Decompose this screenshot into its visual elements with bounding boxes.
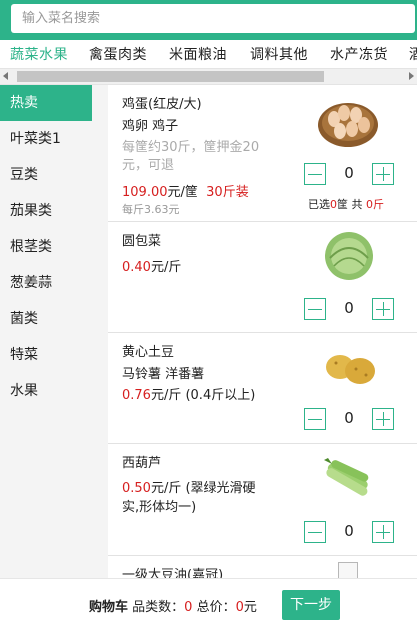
search-input[interactable]: 输入菜名搜索	[11, 4, 415, 33]
plus-button[interactable]	[372, 163, 394, 185]
sidebar-item-onion-ginger-garlic[interactable]: 葱姜蒜	[0, 265, 92, 301]
product-name: 圆包菜	[122, 234, 162, 249]
price-value: 0.50	[122, 481, 151, 496]
quantity-stepper: 0	[304, 298, 394, 320]
price-unit: 元/筐	[167, 185, 198, 200]
tab-seasoning-other[interactable]: 调料其他	[250, 44, 308, 64]
product-card[interactable]: 一级大豆油(嘉冠)	[108, 556, 417, 578]
minus-icon	[308, 532, 322, 533]
broken-image-icon	[338, 562, 358, 578]
quantity-value: 0	[344, 409, 354, 427]
plus-button[interactable]	[372, 521, 394, 543]
cart-bar: 购物车 品类数：0 总价：0元 下一步	[0, 578, 417, 622]
price-value: 109.00	[122, 185, 168, 200]
sidebar-item-solanaceous[interactable]: 茄果类	[0, 193, 92, 229]
price-unit: 元/斤	[150, 260, 182, 275]
product-price: 0.40元/斤	[122, 256, 181, 275]
tab-rice-flour-oil[interactable]: 米面粮油	[169, 44, 227, 64]
minus-icon	[308, 309, 322, 310]
scrollbar-thumb[interactable]	[17, 71, 324, 82]
sidebar-item-root[interactable]: 根茎类	[0, 229, 92, 265]
total-label: 总价：	[192, 600, 236, 615]
price-unit: 元/斤 (0.4斤以上)	[150, 388, 256, 403]
plus-icon-vertical	[383, 302, 384, 316]
quantity-value: 0	[344, 164, 354, 182]
pack-size: 30斤装	[206, 185, 249, 200]
product-note: 每筐约30斤，筐押金20元，可退	[122, 140, 260, 173]
sidebar-item-beans[interactable]: 豆类	[0, 157, 92, 193]
tab-eggs-meat[interactable]: 禽蛋肉类	[89, 44, 147, 64]
tab-liquor[interactable]: 酒	[409, 44, 417, 64]
item-count-label: 品类数：	[128, 600, 185, 615]
price-value: 0.76	[122, 388, 151, 403]
subcategory-sidebar: 热卖 叶菜类1 豆类 茄果类 根茎类 葱姜蒜 菌类 特菜 水果	[0, 85, 92, 578]
next-step-button[interactable]: 下一步	[282, 590, 340, 620]
horizontal-scrollbar[interactable]	[0, 68, 417, 85]
selected-summary: 已选0筐 共 0斤	[308, 196, 384, 212]
minus-button[interactable]	[304, 298, 326, 320]
plus-button[interactable]	[372, 408, 394, 430]
sidebar-item-special[interactable]: 特菜	[0, 337, 92, 373]
selected-unit: 筐 共	[337, 198, 366, 211]
scroll-left-arrow-icon[interactable]	[3, 72, 8, 80]
minus-button[interactable]	[304, 163, 326, 185]
product-name: 黄心土豆	[122, 345, 175, 360]
app-root: 输入菜名搜索 蔬菜水果 禽蛋肉类 米面粮油 调料其他 水产冻货 酒 热卖 叶菜类…	[0, 0, 417, 622]
sidebar-item-mushroom[interactable]: 菌类	[0, 301, 92, 337]
plus-icon-vertical	[383, 412, 384, 426]
selected-count: 0	[330, 198, 337, 211]
cart-label[interactable]: 购物车	[89, 600, 128, 615]
plus-icon-vertical	[383, 525, 384, 539]
vertical-scrollbar[interactable]	[92, 85, 108, 578]
selected-weight-unit: 斤	[373, 198, 384, 211]
sidebar-item-leafy[interactable]: 叶菜类1	[0, 121, 92, 157]
quantity-stepper: 0	[304, 408, 394, 430]
total-price: 0	[235, 600, 244, 615]
zucchini-icon	[324, 458, 369, 496]
product-price: 0.76元/斤 (0.4斤以上)	[122, 384, 255, 403]
product-price: 0.50元/斤 (翠绿光滑硬	[122, 477, 256, 496]
product-card[interactable]: 鸡蛋(红皮/大) 鸡卵 鸡子 每筐约30斤，筐押金20元，可退 109.00元/…	[108, 85, 417, 222]
quantity-value: 0	[344, 522, 354, 540]
minus-button[interactable]	[304, 408, 326, 430]
cabbage-icon	[325, 232, 373, 280]
sidebar-item-fruit[interactable]: 水果	[0, 373, 92, 409]
product-card[interactable]: 黄心土豆 马铃薯 洋番薯 0.76元/斤 (0.4斤以上) 0	[108, 333, 417, 444]
product-name: 鸡蛋(红皮/大)	[122, 97, 202, 112]
price-value: 0.40	[122, 260, 151, 275]
selected-weight: 0	[366, 198, 373, 211]
category-tabs: 蔬菜水果 禽蛋肉类 米面粮油 调料其他 水产冻货 酒	[0, 40, 417, 68]
cart-summary: 购物车 品类数：0 总价：0元	[89, 596, 257, 615]
product-card[interactable]: 西葫芦 0.50元/斤 (翠绿光滑硬 实,形体均一) 0	[108, 444, 417, 556]
product-name: 西葫芦	[122, 456, 162, 471]
sidebar-item-hot[interactable]: 热卖	[0, 85, 92, 121]
product-card[interactable]: 圆包菜 0.40元/斤 0	[108, 222, 417, 333]
minus-icon	[308, 174, 322, 175]
plus-icon-vertical	[383, 167, 384, 181]
product-spec: 实,形体均一)	[122, 500, 197, 515]
potato-icon	[326, 355, 375, 384]
product-list: 鸡蛋(红皮/大) 鸡卵 鸡子 每筐约30斤，筐押金20元，可退 109.00元/…	[108, 85, 417, 578]
product-aliases: 马铃薯 洋番薯	[122, 367, 205, 382]
search-header: 输入菜名搜索	[0, 0, 417, 40]
eggs-basket-icon	[318, 103, 378, 147]
tab-fruits-vegetables[interactable]: 蔬菜水果	[10, 44, 68, 64]
currency-label: 元	[243, 600, 257, 615]
plus-button[interactable]	[372, 298, 394, 320]
scroll-right-arrow-icon[interactable]	[409, 72, 414, 80]
price-unit: 元/斤 (翠绿光滑硬	[150, 481, 256, 496]
product-price: 109.00元/筐 30斤装	[122, 181, 249, 200]
price-per-jin: 每斤3.63元	[122, 203, 180, 216]
minus-button[interactable]	[304, 521, 326, 543]
product-name: 一级大豆油(嘉冠)	[122, 568, 224, 578]
minus-icon	[308, 419, 322, 420]
selected-label: 已选	[308, 198, 330, 211]
quantity-value: 0	[344, 299, 354, 317]
quantity-stepper: 0	[304, 163, 394, 185]
quantity-stepper: 0	[304, 521, 394, 543]
tab-seafood-frozen[interactable]: 水产冻货	[330, 44, 388, 64]
product-aliases: 鸡卵 鸡子	[122, 119, 179, 134]
